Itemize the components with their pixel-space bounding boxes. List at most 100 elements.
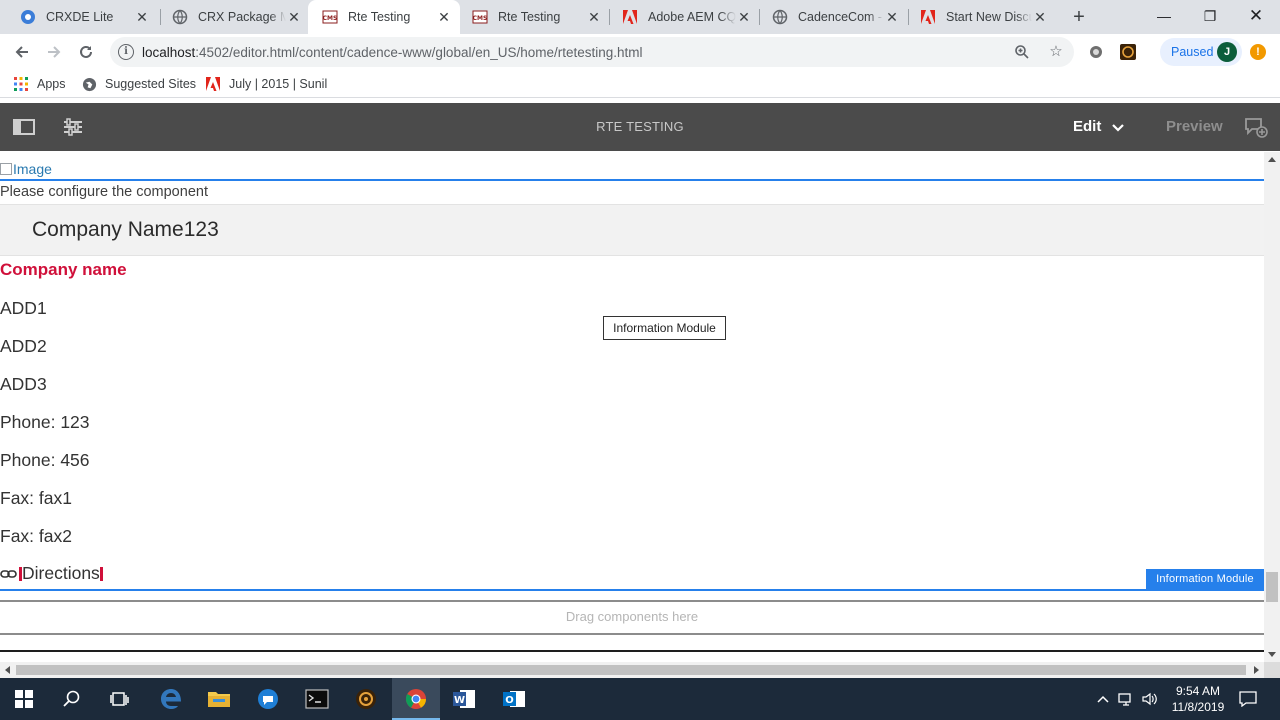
taskbar-app[interactable]: [342, 678, 390, 720]
fax-line: Fax: fax2: [0, 526, 72, 546]
tab-rte-testing[interactable]: CMS Rte Testing ✕: [458, 0, 610, 34]
scroll-up-arrow-icon[interactable]: [1268, 157, 1276, 162]
taskbar-chrome[interactable]: [392, 678, 440, 720]
edge-browser-icon: [161, 689, 181, 709]
scrollbar-thumb[interactable]: [16, 665, 1246, 675]
svg-text:W: W: [454, 695, 465, 706]
start-button[interactable]: [0, 678, 48, 720]
address-bar[interactable]: i localhost:4502/editor.html/content/cad…: [110, 37, 1074, 67]
close-tab-icon[interactable]: ✕: [586, 9, 602, 25]
chevron-down-icon[interactable]: [1110, 120, 1126, 136]
close-tab-icon[interactable]: ✕: [1032, 9, 1048, 25]
bookmark-apps[interactable]: Apps: [13, 76, 66, 92]
chevron-up-icon: [1097, 695, 1109, 703]
scroll-left-arrow-icon[interactable]: [5, 666, 10, 674]
company-name-label: Company name: [0, 260, 127, 279]
company-heading: Company Name123: [32, 218, 219, 241]
zoom-icon[interactable]: [1014, 44, 1030, 60]
network-tray-icon[interactable]: [1116, 678, 1136, 720]
bookmarks-bar: Apps Suggested Sites July | 2015 | Sunil: [0, 70, 1280, 98]
annotate-icon[interactable]: [1244, 116, 1268, 138]
horizontal-scrollbar[interactable]: [0, 662, 1264, 678]
update-warning-icon[interactable]: !: [1250, 44, 1266, 60]
bookmark-star-icon[interactable]: ☆: [1048, 44, 1064, 60]
close-tab-icon[interactable]: ✕: [736, 9, 752, 25]
close-tab-icon[interactable]: ✕: [884, 9, 900, 25]
volume-icon: [1142, 692, 1157, 706]
extension-icon[interactable]: [1119, 43, 1137, 61]
tab-title: Rte Testing: [498, 10, 561, 24]
vertical-scrollbar[interactable]: [1264, 152, 1280, 662]
taskbar-file-explorer[interactable]: [195, 678, 243, 720]
close-tab-icon[interactable]: ✕: [134, 9, 150, 25]
new-tab-button[interactable]: +: [1068, 6, 1090, 28]
paused-label: Paused: [1171, 45, 1214, 59]
taskbar-terminal[interactable]: [293, 678, 341, 720]
extension-icon[interactable]: [1087, 43, 1105, 61]
taskbar-edge[interactable]: [147, 678, 195, 720]
tab-rte-testing-active[interactable]: CMS Rte Testing ✕: [308, 0, 460, 34]
bookmark-july-2015[interactable]: July | 2015 | Sunil: [205, 76, 327, 92]
component-drop-zone[interactable]: Drag components here: [0, 600, 1264, 635]
configure-message[interactable]: Please configure the component: [0, 184, 208, 200]
bookmark-suggested-sites[interactable]: Suggested Sites: [81, 76, 196, 92]
directions-label: Directions: [22, 563, 100, 583]
back-button[interactable]: [8, 38, 36, 66]
broken-image[interactable]: Image: [0, 161, 52, 177]
company-heading-band[interactable]: Company Name123: [0, 204, 1264, 256]
taskbar-chat-app[interactable]: [244, 678, 292, 720]
svg-text:O: O: [505, 695, 514, 706]
action-center-button[interactable]: [1236, 678, 1260, 720]
tab-cadencecom[interactable]: CadenceCom - Dashboard ✕: [758, 0, 908, 34]
reload-button[interactable]: [72, 38, 100, 66]
show-hidden-icons-button[interactable]: [1094, 678, 1112, 720]
adobe-icon: [205, 76, 221, 92]
address-line: ADD3: [0, 374, 47, 394]
task-view-button[interactable]: [96, 678, 144, 720]
taskbar-word[interactable]: W: [440, 678, 488, 720]
directions-link[interactable]: Directions: [0, 563, 103, 584]
bookmark-label: July | 2015 | Sunil: [229, 77, 328, 91]
page-content: Image Please configure the component Com…: [0, 152, 1264, 652]
back-arrow-icon: [15, 46, 28, 58]
side-panel-toggle-icon[interactable]: [13, 117, 35, 137]
system-clock[interactable]: 9:54 AM 11/8/2019: [1160, 683, 1236, 715]
minimize-button[interactable]: —: [1141, 0, 1187, 32]
scrollbar-thumb[interactable]: [1266, 572, 1278, 602]
site-info-icon[interactable]: i: [118, 44, 134, 60]
component-outline: [0, 589, 1264, 591]
forward-arrow-icon: [48, 46, 61, 58]
tab-crxde[interactable]: CRXDE Lite ✕: [6, 0, 158, 34]
tab-adobe-aem[interactable]: Adobe AEM CQ5 ✕: [608, 0, 760, 34]
page-properties-icon[interactable]: [62, 117, 84, 137]
tab-crx-package-manager[interactable]: CRX Package Manager ✕: [158, 0, 310, 34]
restore-button[interactable]: ❐: [1187, 0, 1233, 32]
forward-button[interactable]: [40, 38, 68, 66]
adobe-icon: [920, 9, 936, 25]
chrome-icon: [405, 689, 427, 709]
tab-title: Start New Discussion: [946, 10, 1032, 24]
profile-paused-button[interactable]: Paused J: [1160, 38, 1242, 66]
close-window-button[interactable]: ✕: [1233, 0, 1279, 32]
bracket-marker: [99, 566, 103, 581]
edit-mode-button[interactable]: Edit: [1073, 118, 1101, 135]
address-line: ADD2: [0, 336, 47, 356]
terminal-icon: [305, 689, 329, 709]
tab-title: Rte Testing: [348, 10, 411, 24]
volume-tray-icon[interactable]: [1140, 678, 1160, 720]
component-name-badge[interactable]: Information Module: [1146, 569, 1264, 590]
scroll-right-arrow-icon[interactable]: [1254, 666, 1259, 674]
tab-start-new-discussion[interactable]: Start New Discussion ✕: [906, 0, 1056, 34]
svg-text:CMS: CMS: [473, 15, 488, 22]
cms-icon: CMS: [322, 9, 338, 25]
address-url: localhost:4502/editor.html/content/caden…: [142, 45, 643, 60]
tab-title: CRX Package Manager: [198, 10, 286, 24]
scroll-down-arrow-icon[interactable]: [1268, 652, 1276, 657]
search-button[interactable]: [48, 678, 96, 720]
app-icon: [356, 689, 376, 709]
close-tab-icon[interactable]: ✕: [436, 9, 452, 25]
preview-button[interactable]: Preview: [1166, 118, 1223, 135]
close-tab-icon[interactable]: ✕: [286, 9, 302, 25]
taskbar-outlook[interactable]: O: [490, 678, 538, 720]
task-view-icon: [110, 692, 129, 706]
